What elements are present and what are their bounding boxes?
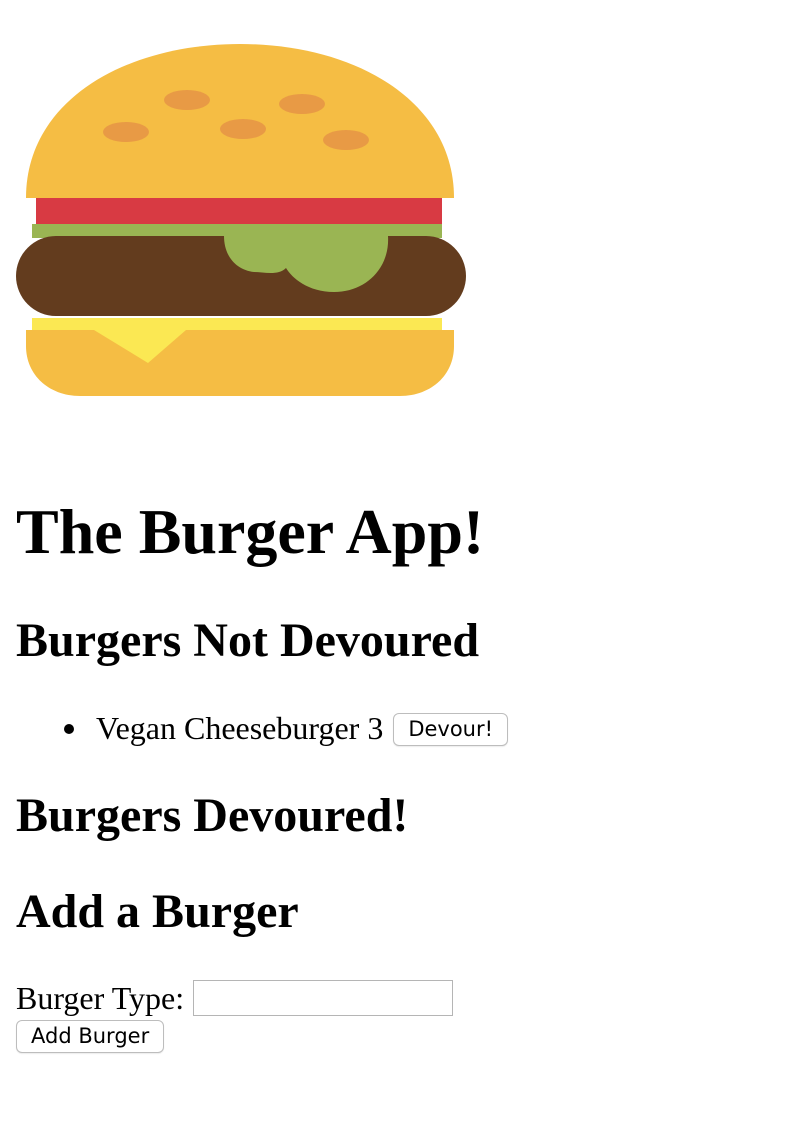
- bullet-icon: [64, 724, 74, 734]
- devour-button[interactable]: Devour!: [393, 713, 509, 746]
- burger-type-input[interactable]: [193, 980, 454, 1016]
- not-devoured-list: Vegan Cheeseburger 3 Devour!: [16, 706, 509, 750]
- tomato-slice: [36, 198, 442, 224]
- sesame-seed: [164, 90, 210, 110]
- page-title: The Burger App!: [16, 496, 485, 567]
- add-burger-form: Burger Type: Add Burger: [16, 978, 616, 1053]
- burger-logo: [16, 40, 470, 402]
- sesame-seed: [279, 94, 325, 114]
- burger-name: Vegan Cheeseburger 3: [96, 710, 384, 746]
- devoured-heading: Burgers Devoured!: [16, 789, 409, 842]
- sesame-seed: [220, 119, 266, 139]
- burger-type-label: Burger Type:: [16, 980, 185, 1016]
- list-item: Vegan Cheeseburger 3 Devour!: [16, 706, 509, 750]
- lettuce-strip: [32, 224, 442, 238]
- add-burger-heading: Add a Burger: [16, 885, 299, 938]
- add-burger-button[interactable]: Add Burger: [16, 1020, 165, 1053]
- bottom-bun: [26, 330, 454, 396]
- not-devoured-heading: Burgers Not Devoured: [16, 614, 480, 667]
- sesame-seed: [323, 130, 369, 150]
- sesame-seed: [103, 122, 149, 142]
- burger-icon: [16, 44, 466, 396]
- burger-type-row: Burger Type:: [16, 978, 616, 1018]
- cheese-slice: [32, 318, 442, 332]
